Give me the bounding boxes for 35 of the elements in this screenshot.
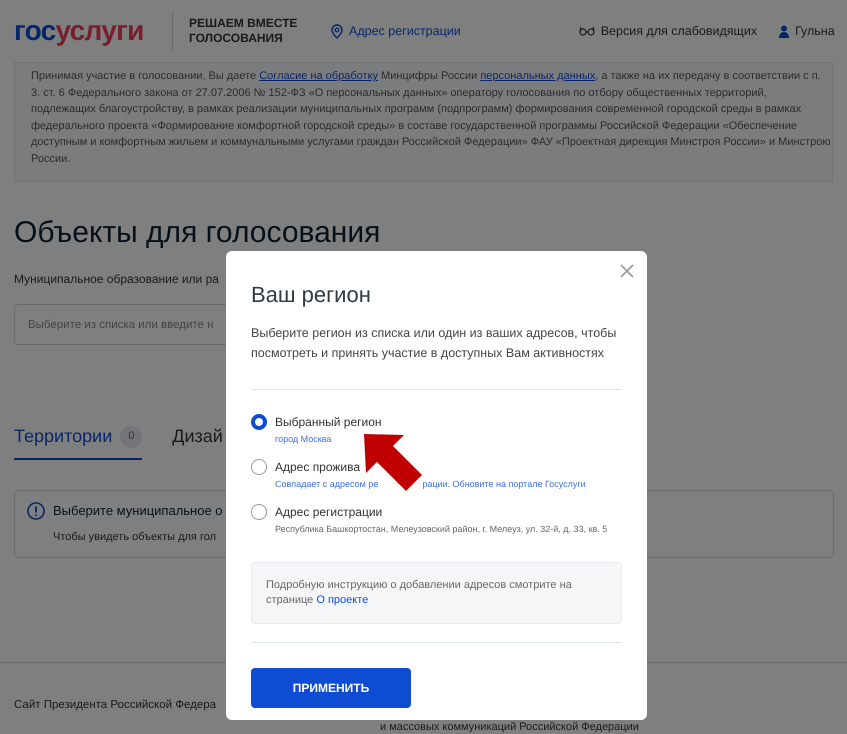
radio-button[interactable] [251,414,267,430]
option-detail-link[interactable]: Совпадает с адресом ре [275,478,378,491]
radio-button[interactable] [251,459,267,475]
hint-text: Подробную инструкцию о добавлении адресов смотрите на странице О проекте [266,578,573,608]
close-icon [620,264,634,278]
accessibility-link[interactable]: Версия для слабовидящих [578,22,758,40]
footer-link[interactable]: Сайт Президента Российской Федера [14,697,216,714]
notice-title: Выберите муниципальное о [53,502,223,520]
consent-link[interactable]: персональных данных [480,70,596,82]
site-logo[interactable]: госуслуги [14,17,172,45]
glasses-icon [578,26,595,36]
page-title: Объекты для голосования [14,215,382,251]
about-link[interactable]: О проекте [316,594,368,606]
footer-link[interactable]: и массовых коммуникаций Российской Федерации [380,721,639,733]
consent-text: Принимая участие в голосовании, Вы даете Согласие на обработку Минцифры России персональных данных, а также на их передачу в соответствии с п. 3. ст. 6 Федерального закона от 27.07.2006 № 152-ФЗ «О персональных данных» оператору голосования по отбору общественных территорий, подлежащих благоустройству, в рамках реализации муниципальных программ (подпрограмм) формирования современной городской среды в рамках федерального проекта «Формирование комфортной городской среды» в составе государственной программы Российской Федерации «Обеспечение доступным и комфортным жильем и коммунальными услугами граждан Российской Федерации» ФАУ «Проектная дирекция Минстроя России» и Минстрою России. [31,69,831,166]
option-detail-link[interactable]: рации. Обновите на портале Госуслуги [422,478,586,491]
option-detail-link[interactable]: город Москва [275,433,332,446]
map-pin-icon [331,24,343,38]
option-label[interactable]: Адрес регистрации [275,503,382,521]
address-link[interactable]: Адрес регистрации [331,22,461,40]
count-badge: 0 [120,426,142,448]
option-detail: Республика Башкортостан, Мелеузовский район, г. Мелеуз, ул. 32-й, д. 33, кв. 5 [275,523,608,536]
radio-button[interactable] [251,504,267,520]
user-menu[interactable]: Гульна [779,22,835,40]
option-label[interactable]: Выбранный регион [275,413,382,431]
tab[interactable]: Территории 0 [14,423,142,460]
person-icon [779,24,790,38]
project-title: РЕШАЕМ ВМЕСТЕ ГОЛОСОВАНИЯ [189,16,298,46]
info-icon [27,502,45,520]
apply-button[interactable]: ПРИМЕНИТЬ [251,668,411,708]
field-label: Муниципальное образование или ра [14,271,219,288]
consent-link[interactable]: Согласие на обработку [259,70,378,82]
notice-text: Чтобы увидеть объекты для гол [53,530,216,544]
tab[interactable]: Дизай [172,423,223,460]
option-label[interactable]: Адрес прожива [275,458,360,476]
